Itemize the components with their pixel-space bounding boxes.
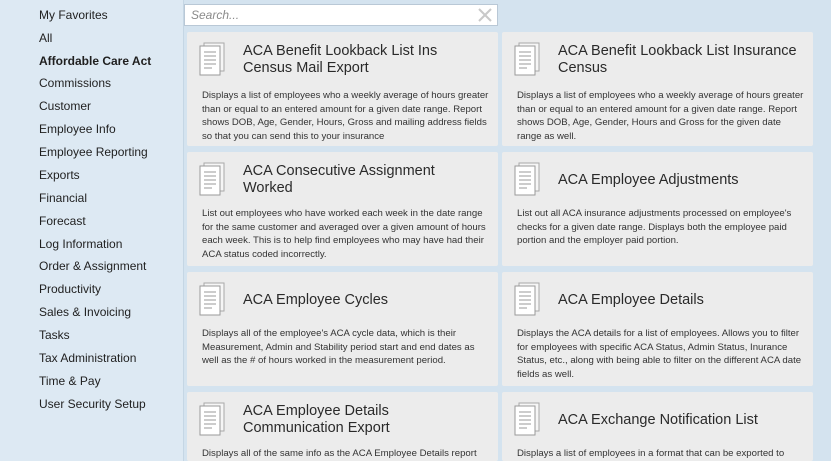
report-title: ACA Employee Cycles <box>243 292 389 308</box>
sidebar-item-tax-administration[interactable]: Tax Administration <box>39 351 136 365</box>
sidebar-item-all[interactable]: All <box>39 31 52 45</box>
search-input[interactable] <box>191 7 471 23</box>
report-card-aca-employee-adjustments[interactable]: ACA Employee Adjustments List out all AC… <box>502 152 813 266</box>
sidebar-item-employee-info[interactable]: Employee Info <box>39 122 116 136</box>
report-description: Displays a list of employees who a weekl… <box>517 90 804 142</box>
report-description: Displays all of the employee's ACA cycle… <box>202 328 475 367</box>
sidebar-item-log-information[interactable]: Log Information <box>39 237 122 251</box>
report-description: List out employees who have worked each … <box>202 208 486 260</box>
document-icon <box>198 42 228 76</box>
report-card-aca-employee-details-communication-export[interactable]: ACA Employee Details Communication Expor… <box>187 392 498 461</box>
report-card-aca-employee-cycles[interactable]: ACA Employee Cycles Displays all of the … <box>187 272 498 386</box>
document-icon <box>198 282 228 316</box>
sidebar-item-forecast[interactable]: Forecast <box>39 214 86 228</box>
report-card-aca-employee-details[interactable]: ACA Employee Details Displays the ACA de… <box>502 272 813 386</box>
document-icon <box>198 402 228 436</box>
report-title: ACA Consecutive Assignment Worked <box>243 163 435 196</box>
document-icon <box>513 402 543 436</box>
sidebar-item-commissions[interactable]: Commissions <box>39 76 111 90</box>
document-icon <box>513 42 543 76</box>
report-card-aca-benefit-lookback-insurance-census[interactable]: ACA Benefit Lookback List Insurance Cens… <box>502 32 813 146</box>
sidebar-item-user-security-setup[interactable]: User Security Setup <box>39 397 146 411</box>
report-title: ACA Employee Details Communication Expor… <box>243 403 390 436</box>
report-card-aca-benefit-lookback-ins-census-mail-export[interactable]: ACA Benefit Lookback List Ins Census Mai… <box>187 32 498 146</box>
sidebar: My Favorites All Affordable Care Act Com… <box>0 0 183 461</box>
sidebar-item-affordable-care-act[interactable]: Affordable Care Act <box>39 54 151 68</box>
report-description: Displays the ACA details for a list of e… <box>517 328 802 380</box>
sidebar-item-productivity[interactable]: Productivity <box>39 282 101 296</box>
report-description: Displays a list of employees in a format… <box>517 448 785 459</box>
sidebar-item-tasks[interactable]: Tasks <box>39 328 70 342</box>
document-icon <box>513 282 543 316</box>
sidebar-item-my-favorites[interactable]: My Favorites <box>39 8 108 22</box>
report-title: ACA Benefit Lookback List Ins Census Mai… <box>243 43 438 76</box>
search-box <box>184 4 498 26</box>
report-title: ACA Exchange Notification List <box>558 412 758 428</box>
report-description: Displays all of the same info as the ACA… <box>202 448 477 459</box>
close-icon[interactable] <box>476 6 494 24</box>
document-icon <box>198 162 228 196</box>
document-icon <box>513 162 543 196</box>
report-description: Displays a list of employees who a weekl… <box>202 90 489 142</box>
report-title: ACA Employee Details <box>558 292 704 308</box>
sidebar-item-exports[interactable]: Exports <box>39 168 80 182</box>
report-card-aca-consecutive-assignment-worked[interactable]: ACA Consecutive Assignment Worked List o… <box>187 152 498 266</box>
sidebar-item-sales-invoicing[interactable]: Sales & Invoicing <box>39 305 131 319</box>
sidebar-item-customer[interactable]: Customer <box>39 99 91 113</box>
sidebar-item-order-assignment[interactable]: Order & Assignment <box>39 259 146 273</box>
sidebar-item-employee-reporting[interactable]: Employee Reporting <box>39 145 148 159</box>
sidebar-item-time-pay[interactable]: Time & Pay <box>39 374 101 388</box>
report-title: ACA Employee Adjustments <box>558 172 739 188</box>
report-title: ACA Benefit Lookback List Insurance Cens… <box>558 43 797 76</box>
sidebar-item-financial[interactable]: Financial <box>39 191 87 205</box>
report-description: List out all ACA insurance adjustments p… <box>517 208 792 247</box>
report-card-aca-exchange-notification-list[interactable]: ACA Exchange Notification List Displays … <box>502 392 813 461</box>
